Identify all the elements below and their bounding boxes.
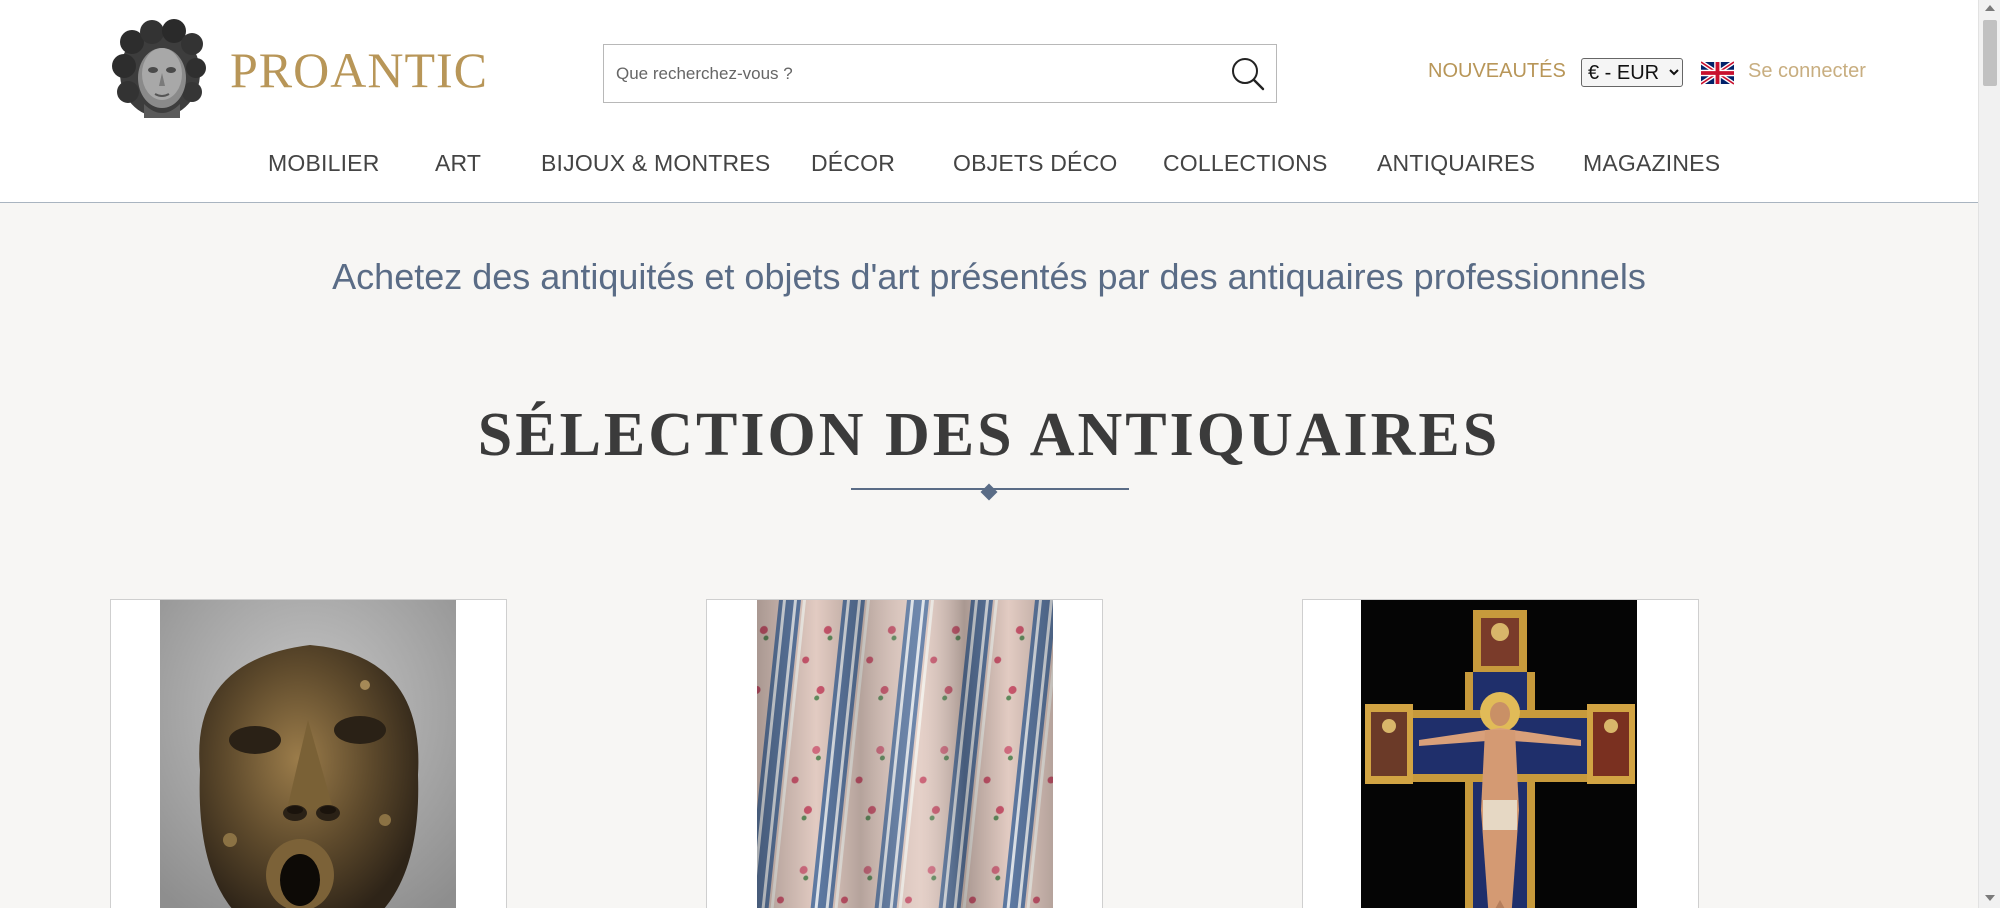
- nav-item-art[interactable]: ART: [435, 150, 481, 177]
- nav-item-objets-deco[interactable]: OBJETS DÉCO: [953, 150, 1118, 177]
- title-divider-ornament: [980, 483, 998, 501]
- nouveautes-link[interactable]: NOUVEAUTÉS: [1428, 60, 1566, 83]
- site-tagline: Achetez des antiquités et objets d'art p…: [332, 256, 1646, 297]
- page-scrollbar[interactable]: [1978, 0, 2000, 908]
- antique-bust-icon: [108, 18, 210, 122]
- currency-select[interactable]: € - EUR: [1581, 58, 1683, 87]
- logo-text: PROANTIC: [230, 42, 489, 98]
- nav-item-bijoux-montres[interactable]: BIJOUX & MONTRES: [541, 150, 770, 177]
- product-card-2[interactable]: [706, 599, 1103, 908]
- site-header: PROANTIC NOUVEAUTÉS € - EUR Se connecter…: [0, 0, 1978, 203]
- painted-crucifix-image: [1361, 600, 1637, 908]
- striped-floral-fabric-image: [757, 600, 1053, 908]
- nav-item-antiquaires[interactable]: ANTIQUAIRES: [1377, 150, 1535, 177]
- scroll-thumb[interactable]: [1983, 20, 1997, 86]
- language-switch[interactable]: [1699, 60, 1736, 86]
- section-title: SÉLECTION DES ANTIQUAIRES: [477, 401, 1501, 469]
- uk-flag-icon: [1699, 60, 1736, 86]
- nav-item-mobilier[interactable]: MOBILIER: [268, 150, 380, 177]
- search-input[interactable]: [604, 45, 1204, 102]
- search-button[interactable]: [1228, 54, 1268, 94]
- login-link[interactable]: Se connecter: [1748, 60, 1866, 83]
- product-card-1[interactable]: [110, 599, 507, 908]
- nav-item-magazines[interactable]: MAGAZINES: [1583, 150, 1720, 177]
- product-card-3[interactable]: [1302, 599, 1699, 908]
- scroll-down-arrow-icon[interactable]: [1985, 895, 1995, 901]
- bronze-mask-image: [160, 600, 456, 908]
- nav-item-decor[interactable]: DÉCOR: [811, 150, 895, 177]
- search-box: [603, 44, 1277, 103]
- scroll-up-arrow-icon[interactable]: [1985, 5, 1995, 11]
- logo-link[interactable]: PROANTIC: [108, 18, 488, 122]
- search-icon: [1232, 58, 1265, 91]
- nav-item-collections[interactable]: COLLECTIONS: [1163, 150, 1328, 177]
